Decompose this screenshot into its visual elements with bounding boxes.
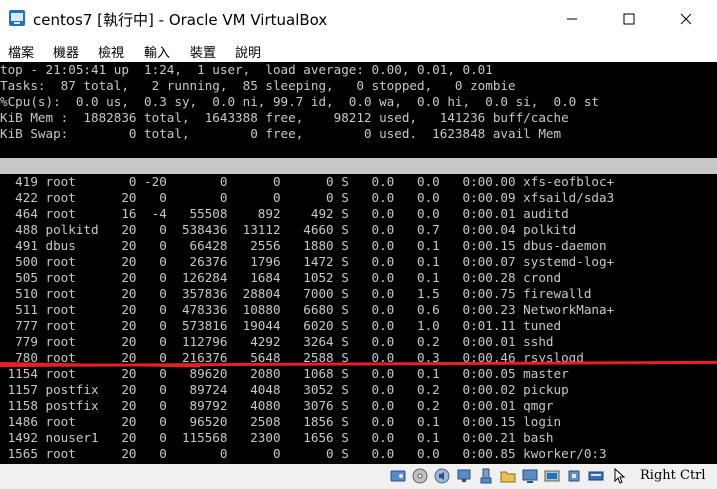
display-icon[interactable]: [522, 468, 538, 484]
top-summary-uptime: top - 21:05:41 up 1:24, 1 user, load ave…: [0, 62, 493, 77]
process-row: 1492 nouser1 20 0 115568 2300 1656 S 0.0…: [0, 430, 554, 445]
top-summary-tasks: Tasks: 87 total, 2 running, 85 sleeping,…: [0, 78, 516, 93]
window-titlebar[interactable]: centos7 [執行中] - Oracle VM VirtualBox: [0, 0, 717, 38]
video-capture-icon[interactable]: [544, 468, 560, 484]
menu-item-view[interactable]: 檢視: [98, 42, 124, 61]
menu-item-machine[interactable]: 機器: [53, 42, 79, 61]
process-row: 422 root 20 0 0 0 0 S 0.0 0.0 0:00.09 xf…: [0, 190, 615, 205]
process-row: 779 root 20 0 112796 4292 3264 S 0.0 0.2…: [0, 334, 554, 349]
process-row: 511 root 20 0 478336 10880 6680 S 0.0 0.…: [0, 302, 615, 317]
maximize-icon: [623, 13, 635, 25]
close-icon: [680, 13, 692, 25]
process-row: 1154 root 20 0 89620 2080 1068 S 0.0 0.1…: [0, 366, 569, 381]
usb-icon[interactable]: [478, 468, 494, 484]
process-row: 419 root 0 -20 0 0 0 S 0.0 0.0 0:00.00 x…: [0, 174, 615, 189]
audio-icon[interactable]: [434, 468, 450, 484]
menu-item-input[interactable]: 輸入: [144, 42, 170, 61]
process-row: 510 root 20 0 357836 28804 7000 S 0.0 1.…: [0, 286, 592, 301]
process-row: 500 root 20 0 26376 1796 1472 S 0.0 0.1 …: [0, 254, 615, 269]
minimize-icon: [567, 18, 577, 20]
optical-drive-icon[interactable]: [412, 468, 428, 484]
process-row: 488 polkitd 20 0 538436 13112 4660 S 0.0…: [0, 222, 577, 237]
host-key-label[interactable]: Right Ctrl: [640, 468, 706, 483]
top-summary-swap: KiB Swap: 0 total, 0 free, 0 used. 16238…: [0, 126, 562, 141]
menu-item-devices[interactable]: 裝置: [190, 42, 216, 61]
menu-item-file[interactable]: 檔案: [8, 42, 34, 61]
process-table-header: PID USER PR NI VIRT RES SHR S %CPU %MEM …: [0, 158, 717, 189]
maximize-button[interactable]: [606, 0, 652, 38]
menu-item-help[interactable]: 說明: [235, 42, 261, 61]
process-row: 1158 postfix 20 0 89792 4080 3076 S 0.0 …: [0, 398, 554, 413]
hard-disk-icon[interactable]: [390, 468, 406, 484]
keyboard-capture-icon[interactable]: [588, 468, 604, 484]
cpu-icon[interactable]: [566, 468, 582, 484]
mouse-integration-icon[interactable]: [612, 468, 628, 484]
process-row: 505 root 20 0 126284 1684 1052 S 0.0 0.1…: [0, 270, 562, 285]
minimize-button[interactable]: [549, 0, 595, 38]
menu-bar: 檔案 機器 檢視 輸入 裝置 說明: [0, 38, 717, 62]
close-button[interactable]: [663, 0, 709, 38]
top-summary-mem: KiB Mem : 1882836 total, 1643388 free, 9…: [0, 110, 569, 125]
network-icon[interactable]: [456, 468, 472, 484]
process-row: 777 root 20 0 573816 19044 6020 S 0.0 1.…: [0, 318, 562, 333]
process-row: 1157 postfix 20 0 89724 4048 3052 S 0.0 …: [0, 382, 569, 397]
process-row: 1565 root 20 0 0 0 0 S 0.0 0.0 0:00.85 k…: [0, 446, 607, 461]
process-row: 491 dbus 20 0 66428 2556 1880 S 0.0 0.1 …: [0, 238, 607, 253]
process-row: 1486 root 20 0 96520 2508 1856 S 0.0 0.1…: [0, 414, 562, 429]
window-title: centos7 [執行中] - Oracle VM VirtualBox: [33, 11, 328, 29]
virtualbox-app-icon: [9, 10, 25, 26]
vm-status-bar: Right Ctrl: [0, 464, 717, 489]
process-row: 464 root 16 -4 55508 892 492 S 0.0 0.0 0…: [0, 206, 569, 221]
top-summary-cpu: %Cpu(s): 0.0 us, 0.3 sy, 0.0 ni, 99.7 id…: [0, 94, 599, 109]
vm-display-terminal[interactable]: top - 21:05:41 up 1:24, 1 user, load ave…: [0, 62, 717, 464]
shared-folders-icon[interactable]: [500, 468, 516, 484]
